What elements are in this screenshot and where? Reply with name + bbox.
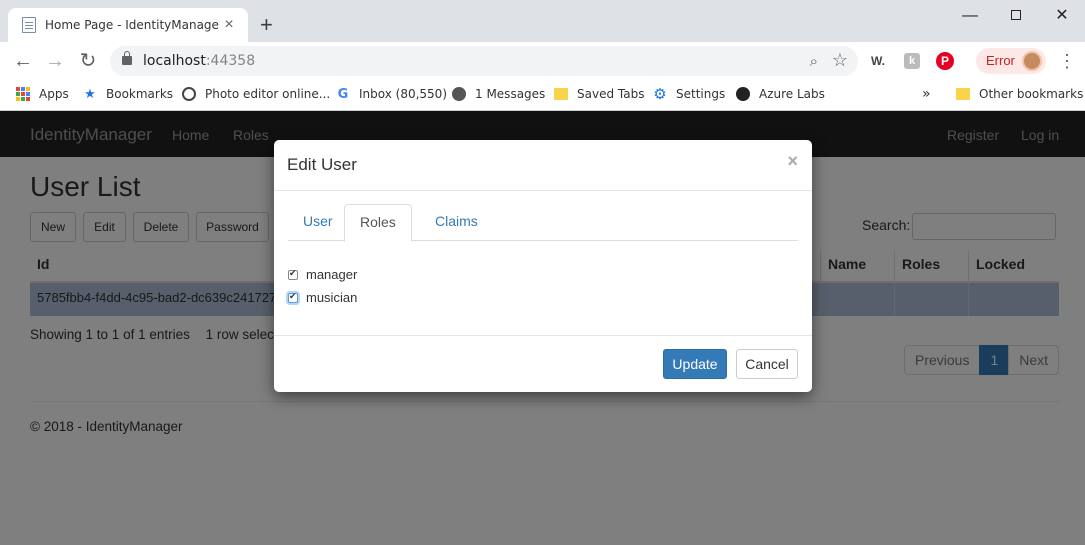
browser-tab-strip: Home Page - IdentityManager × + — ✕ (0, 0, 1085, 42)
url-host: localhost (143, 53, 206, 69)
role-label: musician (306, 290, 358, 305)
url-text[interactable]: localhost:44358 (143, 53, 255, 69)
bookmark-label: Inbox (80,550) (359, 87, 448, 101)
url-port: :44358 (205, 53, 256, 69)
browser-tab[interactable]: Home Page - IdentityManager × (8, 8, 248, 42)
address-bar[interactable]: localhost:44358 ⌕ ☆ (110, 46, 858, 76)
reload-icon[interactable]: ↻ (76, 50, 100, 74)
close-icon[interactable]: × (787, 151, 798, 172)
bookmark-star-icon[interactable]: ☆ (832, 50, 848, 71)
maximize-button[interactable] (993, 4, 1039, 28)
forward-arrow-icon[interactable]: → (43, 50, 67, 74)
edit-user-dialog: Edit User × User Roles Claims manager mu… (274, 140, 812, 392)
tab-title: Home Page - IdentityManager (45, 18, 220, 32)
folder-icon (553, 86, 569, 102)
dialog-header: Edit User × (274, 140, 812, 191)
maximize-icon (1011, 10, 1021, 20)
bookmark-label: Apps (39, 87, 69, 101)
role-checkbox-musician[interactable]: musician (288, 290, 357, 305)
bookmark-saved-tabs[interactable]: Saved Tabs (553, 86, 644, 102)
browser-toolbar: ← → ↻ localhost:44358 ⌕ ☆ W. k P Error ⋮ (0, 42, 1085, 80)
bookmark-settings[interactable]: ⚙ Settings (652, 85, 726, 103)
bookmark-label: Saved Tabs (577, 87, 645, 101)
bookmark-azure-labs[interactable]: Azure Labs (735, 86, 825, 102)
star-icon: ★ (84, 86, 96, 102)
bookmark-messages[interactable]: 1 Messages (451, 86, 545, 102)
checkbox[interactable] (288, 291, 298, 303)
gear-icon: ⚙ (653, 85, 667, 103)
folder-icon (955, 86, 971, 102)
error-label: Error (986, 53, 1015, 68)
page-icon (22, 17, 36, 33)
photo-editor-icon (181, 86, 197, 102)
dialog-tabs: User Roles Claims (288, 204, 798, 242)
bookmarks-bar: Apps ★ Bookmarks Photo editor online... … (0, 80, 1085, 111)
bookmarks-overflow-button[interactable]: » (922, 86, 931, 102)
pinterest-icon[interactable]: P (936, 52, 954, 70)
checkbox[interactable] (288, 268, 298, 280)
bookmark-label: Azure Labs (759, 87, 825, 101)
dialog-title: Edit User (287, 155, 357, 174)
bookmark-apps[interactable]: Apps (15, 86, 69, 102)
tab-roles[interactable]: Roles (344, 204, 412, 242)
google-icon: G (337, 86, 349, 102)
menu-kebab-icon[interactable]: ⋮ (1058, 51, 1076, 72)
bookmark-bookmarks[interactable]: ★ Bookmarks (82, 86, 173, 102)
close-window-button[interactable]: ✕ (1039, 4, 1085, 28)
dialog-footer: Update Cancel (274, 335, 812, 392)
back-arrow-icon[interactable]: ← (11, 50, 35, 74)
cancel-button[interactable]: Cancel (736, 349, 798, 379)
tab-user[interactable]: User (288, 204, 348, 241)
profile-error-button[interactable]: Error (976, 48, 1046, 74)
bookmark-label: 1 Messages (475, 87, 546, 101)
lock-icon[interactable] (122, 51, 132, 65)
role-checkbox-manager[interactable]: manager (288, 267, 357, 282)
bookmark-label: Photo editor online... (205, 87, 331, 101)
new-tab-button[interactable]: + (260, 12, 273, 38)
extension-k-icon[interactable]: k (904, 53, 920, 69)
avatar (1022, 51, 1042, 71)
tab-claims[interactable]: Claims (420, 204, 493, 241)
minimize-button[interactable]: — (947, 4, 993, 28)
role-label: manager (306, 267, 358, 282)
other-bookmarks[interactable]: Other bookmarks (955, 86, 1083, 102)
update-button[interactable]: Update (663, 349, 727, 379)
search-icon[interactable]: ⌕ (810, 53, 818, 70)
web-page: IdentityManager Home Roles Register Log … (0, 111, 1085, 545)
apps-icon (15, 86, 31, 102)
globe-icon (451, 86, 467, 102)
bookmark-label: Other bookmarks (979, 87, 1084, 101)
bookmark-label: Bookmarks (106, 87, 174, 101)
bookmark-label: Settings (676, 87, 726, 101)
close-tab-icon[interactable]: × (220, 16, 238, 34)
bookmark-inbox[interactable]: G Inbox (80,550) (335, 86, 447, 102)
github-icon (735, 86, 751, 102)
extension-w-icon[interactable]: W. (871, 54, 885, 68)
bookmark-photo-editor[interactable]: Photo editor online... (181, 86, 330, 102)
